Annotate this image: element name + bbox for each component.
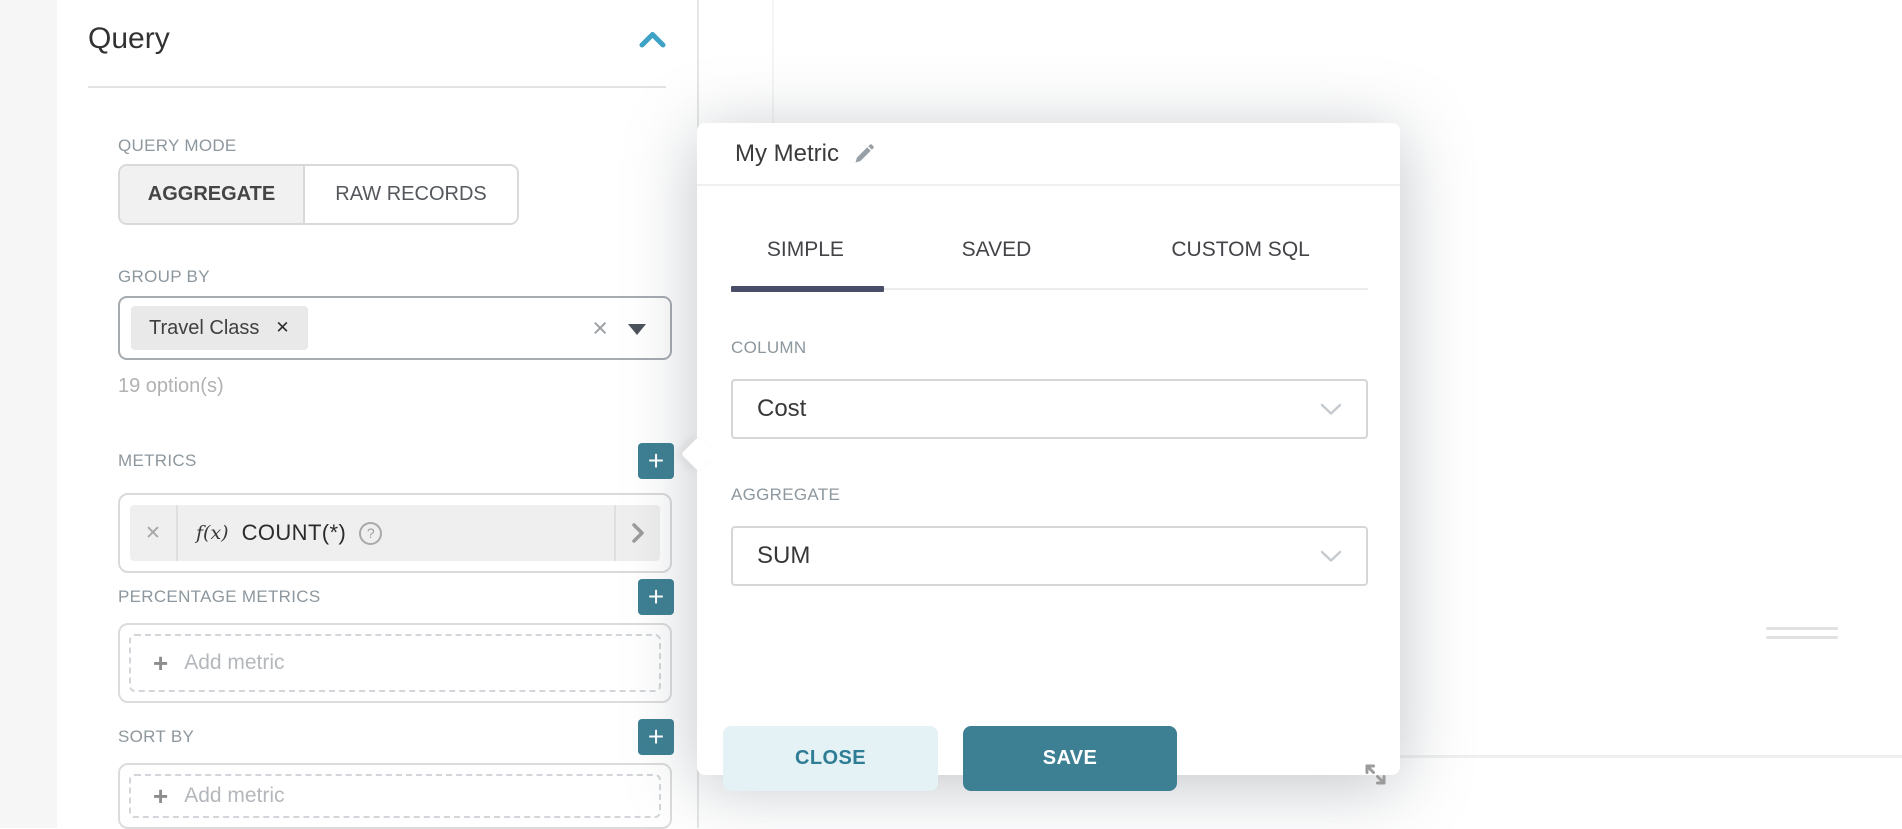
raw-records-button[interactable]: RAW RECORDS [305, 166, 517, 223]
chevron-down-icon [1320, 403, 1342, 416]
popover-footer: CLOSE SAVE [723, 726, 1177, 791]
plus-icon: + [153, 783, 168, 809]
metric-remove-icon[interactable]: ✕ [130, 505, 178, 561]
add-metric-plus-button[interactable]: + [638, 443, 674, 479]
add-sort-placeholder-text: Add metric [184, 784, 284, 808]
aggregate-button[interactable]: AGGREGATE [120, 166, 305, 223]
metric-popover: My Metric SIMPLE SAVED CUSTOM SQL COLUMN… [697, 123, 1400, 775]
function-badge: f(x) [196, 522, 229, 544]
tab-saved[interactable]: SAVED [880, 224, 1113, 288]
aggregate-select-value: SUM [757, 542, 810, 570]
options-count-hint: 19 option(s) [118, 375, 674, 398]
add-metric-placeholder-text: Add metric [184, 651, 284, 675]
column-select[interactable]: Cost [731, 379, 1368, 439]
add-sort-placeholder[interactable]: + Add metric [129, 774, 661, 818]
drag-handle[interactable] [1766, 627, 1838, 639]
group-by-section: GROUP BY Travel Class ✕ × 19 option(s) [118, 268, 674, 398]
left-gray-rail [0, 0, 57, 828]
chevron-down-icon [1320, 550, 1342, 563]
query-mode-segmented-control: AGGREGATE RAW RECORDS [118, 164, 519, 225]
sort-by-section: SORT BY + + Add metric [118, 719, 674, 829]
query-control-panel: Query QUERY MODE AGGREGATE RAW RECORDS G… [57, 0, 698, 828]
metric-title: My Metric [735, 140, 839, 168]
resize-diagonal-icon[interactable] [1362, 761, 1389, 788]
close-button[interactable]: CLOSE [723, 726, 938, 791]
percentage-metric-dropzone: + Add metric [118, 623, 672, 703]
query-section-header[interactable]: Query [88, 22, 667, 56]
column-label: COLUMN [731, 338, 1368, 358]
save-button[interactable]: SAVE [963, 726, 1177, 791]
group-by-label: GROUP BY [118, 268, 674, 286]
pencil-edit-icon[interactable] [852, 142, 876, 166]
group-by-tag[interactable]: Travel Class ✕ [131, 306, 308, 350]
aggregate-label: AGGREGATE [731, 485, 1368, 505]
active-tab-indicator [731, 286, 884, 292]
background-horizontal-divider [1398, 755, 1902, 758]
page-title: Query [88, 22, 170, 56]
metrics-label: METRICS [118, 452, 197, 470]
caret-down-icon[interactable] [628, 324, 646, 335]
aggregate-select[interactable]: SUM [731, 526, 1368, 586]
plus-icon: + [153, 650, 168, 676]
add-metric-placeholder[interactable]: + Add metric [129, 634, 661, 692]
group-by-tag-label: Travel Class [149, 317, 259, 340]
popover-header: My Metric [697, 123, 1400, 186]
clear-icon[interactable]: × [592, 313, 608, 343]
percentage-metrics-label: PERCENTAGE METRICS [118, 588, 321, 606]
percentage-metrics-section: PERCENTAGE METRICS + + Add metric [118, 579, 674, 703]
metrics-section: METRICS + ✕ f(x) COUNT(*) ? [118, 443, 674, 573]
metric-tabs: SIMPLE SAVED CUSTOM SQL [731, 224, 1368, 290]
metric-pill[interactable]: ✕ f(x) COUNT(*) ? [130, 505, 660, 561]
group-by-select[interactable]: Travel Class ✕ × [118, 296, 672, 360]
drag-handle-bar [1766, 636, 1838, 639]
metric-box: ✕ f(x) COUNT(*) ? [118, 493, 672, 573]
sort-by-label: SORT BY [118, 728, 194, 746]
sort-by-dropzone: + Add metric [118, 763, 672, 829]
background-guide-line [772, 0, 774, 123]
query-mode-label: QUERY MODE [118, 137, 674, 155]
query-mode-section: QUERY MODE AGGREGATE RAW RECORDS [118, 137, 674, 225]
tab-custom-sql[interactable]: CUSTOM SQL [1113, 224, 1368, 288]
chevron-up-icon[interactable] [638, 30, 667, 49]
tab-simple[interactable]: SIMPLE [731, 224, 880, 288]
add-sort-plus-button[interactable]: + [638, 719, 674, 755]
add-percentage-metric-plus-button[interactable]: + [638, 579, 674, 615]
column-select-value: Cost [757, 395, 806, 423]
chevron-right-icon[interactable] [614, 505, 660, 561]
metric-name: COUNT(*) [242, 520, 347, 546]
drag-handle-bar [1766, 627, 1838, 630]
tag-remove-icon[interactable]: ✕ [275, 318, 289, 338]
help-icon[interactable]: ? [359, 522, 382, 545]
